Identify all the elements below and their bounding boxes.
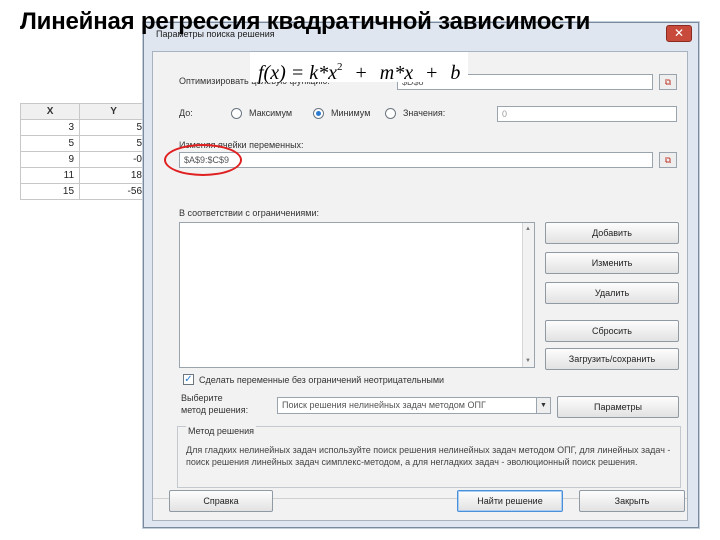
load-save-button[interactable]: Загрузить/сохранить [545, 348, 679, 370]
parameters-button[interactable]: Параметры [557, 396, 679, 418]
reset-button[interactable]: Сбросить [545, 320, 679, 342]
method-select[interactable]: Поиск решения нелинейных задач методом О… [277, 397, 551, 414]
table-row: 11 18 [19, 167, 148, 184]
delete-button[interactable]: Удалить [545, 282, 679, 304]
method-description-group: Метод решения Для гладких нелинейных зад… [177, 426, 681, 488]
changing-cells-input[interactable]: $A$9:$C$9 [179, 152, 653, 168]
to-label: До: [179, 108, 193, 118]
column-header-x[interactable]: X [19, 103, 81, 120]
objective-range-picker-icon[interactable]: ⧉ [659, 74, 677, 90]
radio-max[interactable] [231, 108, 242, 119]
regression-formula: f(x) = k*x2 + m*x + b [250, 52, 469, 84]
table-row: 5 5 [19, 135, 148, 152]
cell-x[interactable]: 3 [19, 119, 81, 136]
cell-x[interactable]: 9 [19, 151, 81, 168]
scroll-up-icon[interactable]: ▲ [525, 226, 531, 232]
cell-y[interactable]: -0 [79, 151, 148, 168]
formula-power: 2 [337, 61, 343, 73]
formula-term2: m*x [379, 62, 414, 84]
cell-x[interactable]: 5 [19, 135, 81, 152]
cell-y[interactable]: 5 [79, 119, 148, 136]
add-button[interactable]: Добавить [545, 222, 679, 244]
cell-y[interactable]: 5 [79, 135, 148, 152]
solve-button[interactable]: Найти решение [457, 490, 563, 512]
help-button[interactable]: Справка [169, 490, 273, 512]
formula-op2: + [426, 62, 438, 84]
radio-min-label: Минимум [331, 108, 371, 118]
constraints-list[interactable]: ▲ ▼ [179, 222, 535, 368]
radio-value[interactable] [385, 108, 396, 119]
table-row: 15 -56 [19, 183, 148, 200]
non-negative-checkbox[interactable]: ✓ [183, 374, 194, 385]
changing-cells-range-picker-icon[interactable]: ⧉ [659, 152, 677, 168]
dialog-body: Оптимизировать целевую функцию: $D$8 ⧉ Д… [152, 51, 688, 521]
value-input[interactable]: 0 [497, 106, 677, 122]
solver-dialog: Параметры поиска решения ✕ Оптимизироват… [143, 22, 699, 528]
radio-max-label: Максимум [249, 108, 293, 118]
change-button[interactable]: Изменить [545, 252, 679, 274]
chevron-down-icon[interactable]: ▼ [536, 398, 550, 413]
radio-value-label: Значения: [403, 108, 446, 118]
table-row: 9 -0 [19, 151, 148, 168]
method-label-line2: метод решения: [181, 405, 249, 415]
constraints-label: В соответствии с ограничениями: [179, 208, 319, 218]
spreadsheet-table: X Y 3 5 5 5 9 -0 11 18 15 -56 [19, 103, 148, 200]
slide-title: Линейная регрессия квадратичной зависимо… [20, 8, 591, 35]
formula-lhs: f(x) = k*x [258, 62, 338, 84]
table-header-row: X Y [19, 103, 148, 120]
column-header-y[interactable]: Y [79, 103, 148, 120]
non-negative-label: Сделать переменные без ограничений неотр… [199, 375, 445, 385]
constraints-scrollbar[interactable]: ▲ ▼ [522, 223, 534, 367]
method-description: Для гладких нелинейных задач используйте… [186, 445, 671, 467]
scroll-down-icon[interactable]: ▼ [525, 358, 531, 364]
method-label-line1: Выберите [181, 393, 223, 403]
formula-term3: b [450, 62, 461, 84]
cell-y[interactable]: -56 [79, 183, 148, 200]
cell-x[interactable]: 11 [19, 167, 81, 184]
radio-min[interactable] [313, 108, 324, 119]
highlight-oval [164, 144, 242, 176]
table-row: 3 5 [19, 119, 148, 136]
formula-op1: + [355, 62, 367, 84]
method-select-value: Поиск решения нелинейных задач методом О… [282, 400, 486, 410]
cell-x[interactable]: 15 [19, 183, 81, 200]
close-button[interactable]: Закрыть [579, 490, 685, 512]
method-group-title: Метод решения [186, 426, 256, 436]
cell-y[interactable]: 18 [79, 167, 148, 184]
